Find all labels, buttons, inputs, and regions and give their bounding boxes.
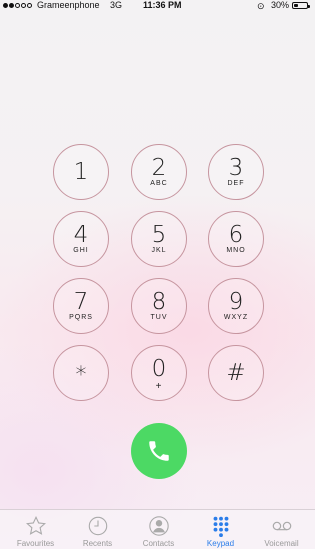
network-type: 3G	[110, 0, 123, 10]
key-0[interactable]: 0 +	[131, 345, 187, 401]
key-digit: 2	[151, 155, 167, 181]
key-7[interactable]: 7 PQRS	[53, 278, 109, 334]
key-letters: ABC	[150, 180, 168, 187]
tab-favourites[interactable]: Favourites	[4, 510, 67, 549]
tab-label: Contacts	[142, 539, 175, 548]
key-1[interactable]: 1	[53, 144, 109, 200]
key-digit: #	[226, 360, 246, 386]
key-digit: *	[75, 363, 87, 388]
key-3[interactable]: 3 DEF	[208, 144, 264, 200]
key-digit: 0	[151, 356, 167, 382]
key-9[interactable]: 9 WXYZ	[208, 278, 264, 334]
tab-bar: Favourites Recents Contacts Keypad Voice…	[0, 509, 315, 549]
key-2[interactable]: 2 ABC	[131, 144, 187, 200]
key-letters: GHI	[73, 247, 89, 254]
person-icon	[148, 516, 169, 536]
tab-label: Voicemail	[264, 539, 299, 548]
key-digit: 4	[73, 222, 89, 248]
carrier-name: Grameenphone	[37, 0, 100, 10]
tab-recents[interactable]: Recents	[66, 510, 129, 549]
tab-contacts[interactable]: Contacts	[127, 510, 190, 549]
phone-icon	[149, 441, 169, 461]
clock-icon	[88, 516, 107, 536]
key-letters: WXYZ	[223, 314, 249, 321]
key-digit: 8	[151, 289, 167, 315]
key-digit: 6	[228, 222, 244, 248]
key-digit: 9	[228, 289, 244, 315]
tab-keypad[interactable]: Keypad	[189, 510, 252, 549]
signal-strength-icon	[3, 3, 32, 8]
call-button[interactable]	[131, 423, 187, 479]
key-digit: 3	[228, 155, 244, 181]
tab-label: Keypad	[206, 539, 235, 548]
key-digit: 5	[151, 222, 167, 248]
keypad-icon	[213, 516, 228, 537]
key-4[interactable]: 4 GHI	[53, 211, 109, 267]
key-letters: JKL	[151, 247, 167, 254]
key-letters: PQRS	[69, 314, 93, 321]
key-letters: MNO	[226, 247, 246, 254]
key-digit: 7	[73, 289, 89, 315]
key-5[interactable]: 5 JKL	[131, 211, 187, 267]
key-digit: 1	[73, 159, 89, 185]
key-letters: DEF	[227, 180, 245, 187]
phone-keypad-screen: Grameenphone 3G 11:36 PM ⊙ 30% 1 2 ABC 3…	[0, 0, 315, 549]
key-6[interactable]: 6 MNO	[208, 211, 264, 267]
tab-label: Recents	[82, 539, 113, 548]
voicemail-icon	[272, 521, 291, 531]
battery-percentage: 30%	[271, 0, 290, 10]
status-time: 11:36 PM	[143, 0, 182, 10]
star-icon	[25, 515, 46, 535]
status-bar: Grameenphone 3G 11:36 PM ⊙ 30%	[0, 0, 315, 12]
key-letters: +	[155, 381, 163, 392]
key-letters: TUV	[150, 314, 168, 321]
tab-voicemail[interactable]: Voicemail	[250, 510, 313, 549]
rotation-lock-icon: ⊙	[257, 1, 265, 11]
key-8[interactable]: 8 TUV	[131, 278, 187, 334]
tab-label: Favourites	[16, 539, 55, 548]
battery-icon	[292, 2, 310, 9]
key-star[interactable]: *	[53, 345, 109, 401]
key-hash[interactable]: #	[208, 345, 264, 401]
